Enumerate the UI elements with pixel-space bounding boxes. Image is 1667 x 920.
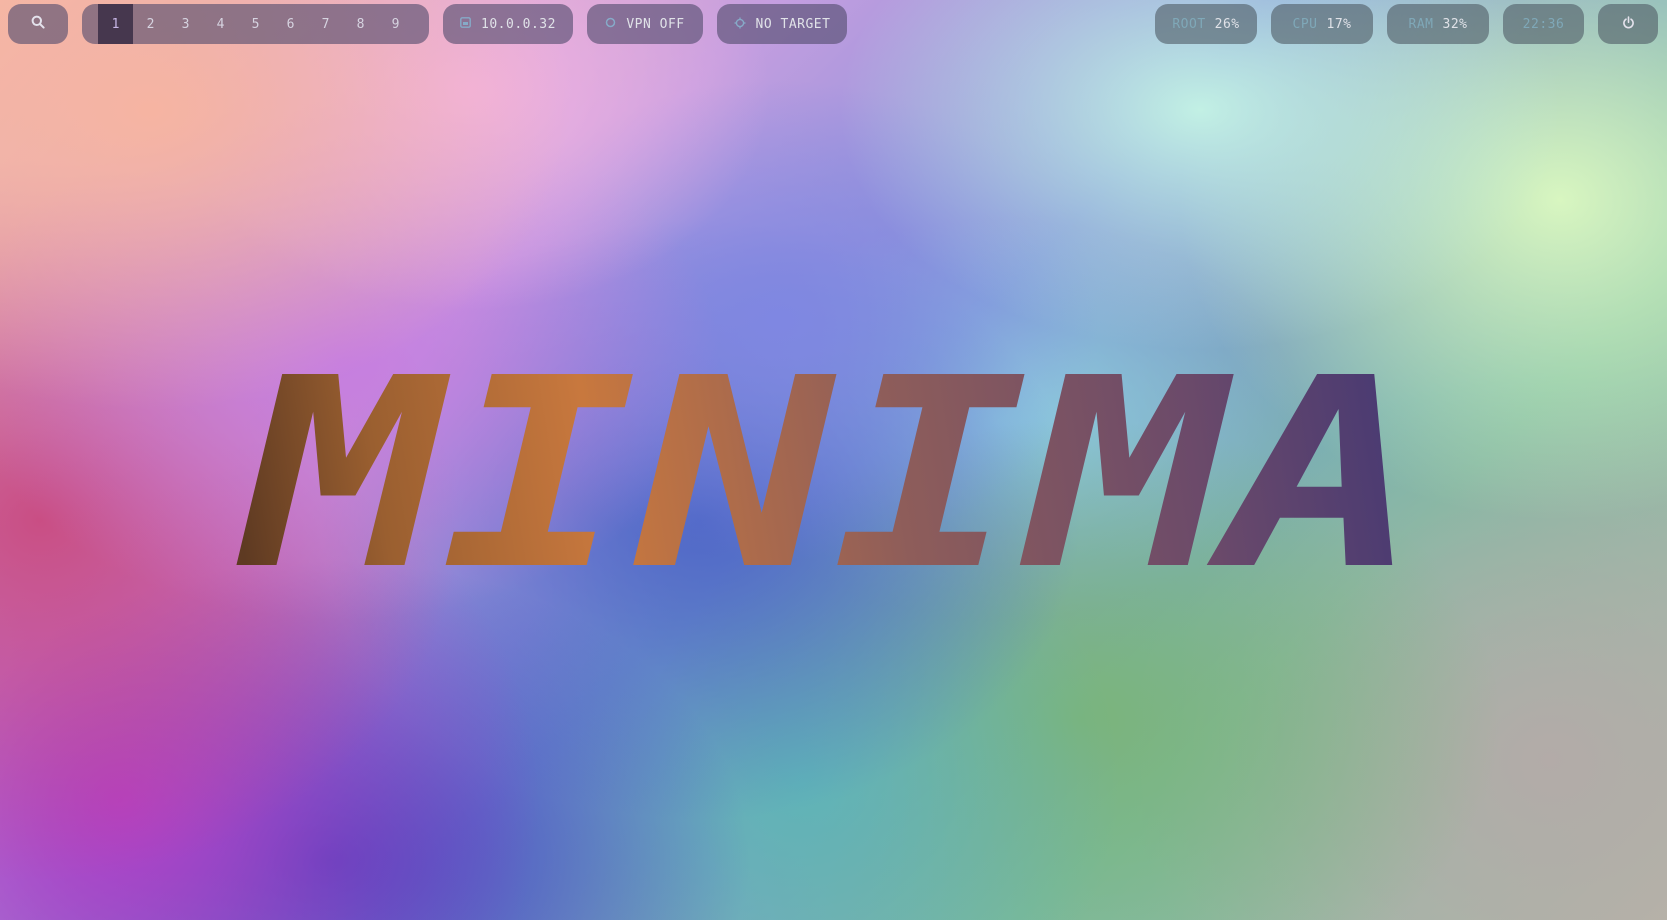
workspace-8[interactable]: 8 — [343, 4, 378, 44]
search-icon — [31, 15, 45, 33]
vpn-status-value: VPN OFF — [626, 16, 685, 32]
network-icon — [460, 17, 471, 31]
power-icon — [1622, 15, 1635, 33]
cpu-value: 17% — [1326, 16, 1352, 32]
workspace-9[interactable]: 9 — [378, 4, 413, 44]
vpn-icon — [605, 17, 616, 31]
root-usage-widget[interactable]: ROOT 26% — [1155, 4, 1257, 44]
ip-address-value: 10.0.0.32 — [481, 16, 556, 32]
workspace-1[interactable]: 1 — [98, 4, 133, 44]
top-bar: 1 2 3 4 5 6 7 8 9 10.0.0.32 VPN OFF NO T… — [0, 0, 1667, 48]
target-widget[interactable]: NO TARGET — [717, 4, 847, 44]
clock-value: 22:36 — [1522, 16, 1565, 32]
power-button[interactable] — [1598, 4, 1658, 44]
search-button[interactable] — [8, 4, 68, 44]
ram-usage-widget[interactable]: RAM 32% — [1387, 4, 1489, 44]
workspace-2[interactable]: 2 — [133, 4, 168, 44]
crosshair-icon — [734, 17, 746, 32]
workspace-7[interactable]: 7 — [308, 4, 343, 44]
workspace-switcher: 1 2 3 4 5 6 7 8 9 — [82, 4, 429, 44]
ram-value: 32% — [1442, 16, 1468, 32]
cpu-label: CPU — [1292, 16, 1318, 32]
hero-title: MINIMA — [0, 300, 1667, 600]
workspace-5[interactable]: 5 — [238, 4, 273, 44]
vpn-status-widget[interactable]: VPN OFF — [587, 4, 703, 44]
cpu-usage-widget[interactable]: CPU 17% — [1271, 4, 1373, 44]
root-value: 26% — [1214, 16, 1240, 32]
hero-title-text: MINIMA — [235, 322, 1420, 600]
target-value: NO TARGET — [755, 16, 831, 32]
ram-label: RAM — [1408, 16, 1434, 32]
workspace-6[interactable]: 6 — [273, 4, 308, 44]
root-label: ROOT — [1172, 16, 1206, 32]
ip-address-widget[interactable]: 10.0.0.32 — [443, 4, 573, 44]
workspace-4[interactable]: 4 — [203, 4, 238, 44]
workspace-3[interactable]: 3 — [168, 4, 203, 44]
clock-widget[interactable]: 22:36 — [1503, 4, 1584, 44]
